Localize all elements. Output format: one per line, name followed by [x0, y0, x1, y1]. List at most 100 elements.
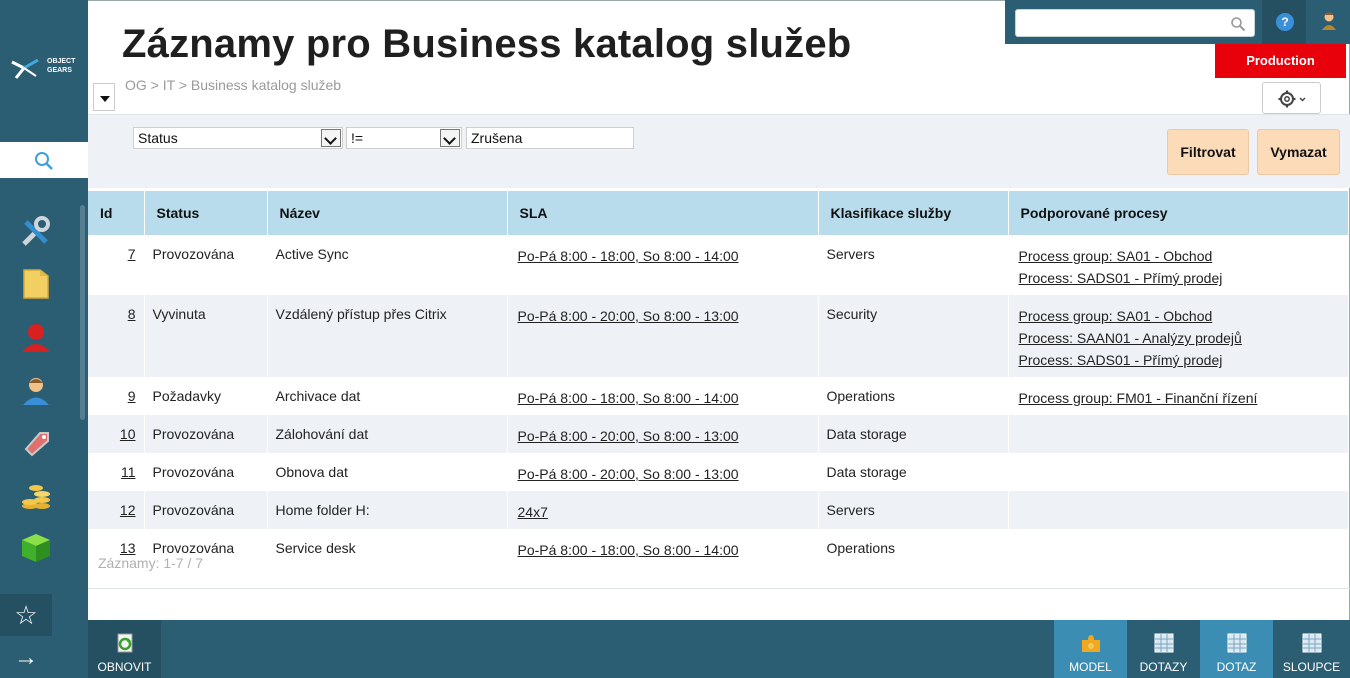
expand-arrow-icon[interactable]: →	[0, 638, 52, 678]
record-id-link[interactable]: 10	[120, 426, 136, 442]
table-row[interactable]: 11 Provozována Obnova dat Po-Pá 8:00 - 2…	[88, 453, 1349, 491]
chevron-down-icon[interactable]	[321, 129, 341, 147]
cell-status: Požadavky	[144, 377, 268, 415]
record-id-link[interactable]: 13	[120, 540, 136, 556]
coins-icon[interactable]	[18, 478, 54, 514]
sidebar-search-button[interactable]	[0, 142, 88, 178]
sla-link[interactable]: Po-Pá 8:00 - 20:00, So 8:00 - 13:00	[518, 466, 739, 482]
refresh-icon	[117, 633, 132, 653]
column-header-name[interactable]: Název	[267, 191, 508, 235]
table-row[interactable]: 8 Vyvinuta Vzdálený přístup přes Citrix …	[88, 295, 1349, 377]
logo-line-2: GEARS	[47, 67, 72, 74]
filter-operator-value: !=	[351, 130, 364, 146]
folder-icon[interactable]	[18, 266, 54, 302]
columns-button[interactable]: SLOUPCE	[1273, 620, 1350, 678]
cell-status: Provozována	[144, 415, 268, 453]
settings-button[interactable]	[1262, 82, 1321, 114]
sla-link[interactable]: Po-Pá 8:00 - 20:00, So 8:00 - 13:00	[518, 308, 739, 324]
cell-name: Active Sync	[267, 235, 508, 295]
sla-link[interactable]: 24x7	[518, 504, 548, 520]
search-icon[interactable]	[1230, 16, 1246, 32]
refresh-label: OBNOVIT	[97, 660, 152, 674]
filter-field-select[interactable]: Status	[133, 127, 343, 149]
column-header-processes[interactable]: Podporované procesy	[1008, 191, 1349, 235]
cell-id: 7	[88, 235, 145, 295]
tools-icon[interactable]	[18, 214, 54, 250]
cell-name: Service desk	[267, 529, 508, 567]
record-id-link[interactable]: 9	[128, 388, 136, 404]
cell-processes	[1008, 453, 1349, 491]
tag-icon[interactable]	[18, 425, 54, 461]
favorites-star-icon[interactable]: ☆	[0, 594, 52, 636]
model-label: MODEL	[1069, 660, 1112, 674]
process-link[interactable]: Process group: SA01 - Obchod	[1019, 308, 1213, 324]
sla-link[interactable]: Po-Pá 8:00 - 18:00, So 8:00 - 14:00	[518, 390, 739, 406]
table-row[interactable]: 7 Provozována Active Sync Po-Pá 8:00 - 1…	[88, 235, 1349, 295]
record-id-link[interactable]: 11	[121, 464, 136, 480]
queries-label: DOTAZY	[1139, 660, 1188, 674]
cell-sla: Po-Pá 8:00 - 18:00, So 8:00 - 14:00	[507, 529, 819, 567]
record-id-link[interactable]: 7	[128, 246, 136, 262]
divider	[88, 588, 1350, 589]
process-link[interactable]: Process: SADS01 - Přímý prodej	[1019, 270, 1223, 286]
cell-sla: Po-Pá 8:00 - 20:00, So 8:00 - 13:00	[507, 415, 819, 453]
cell-processes: Process group: SA01 - Obchod Process: SA…	[1008, 295, 1349, 377]
logo[interactable]: OBJECT GEARS	[0, 0, 88, 142]
query-button[interactable]: DOTAZ	[1200, 620, 1273, 678]
table-row[interactable]: 13 Provozována Service desk Po-Pá 8:00 -…	[88, 529, 1349, 567]
global-search[interactable]	[1015, 9, 1255, 37]
process-link[interactable]: Process: SAAN01 - Analýzy prodejů	[1019, 330, 1242, 346]
cell-status: Provozována	[144, 453, 268, 491]
sla-link[interactable]: Po-Pá 8:00 - 18:00, So 8:00 - 14:00	[518, 248, 739, 264]
table-row[interactable]: 9 Požadavky Archivace dat Po-Pá 8:00 - 1…	[88, 377, 1349, 415]
logo-line-1: OBJECT	[47, 58, 76, 65]
cell-sla: Po-Pá 8:00 - 20:00, So 8:00 - 13:00	[507, 295, 819, 377]
queries-button[interactable]: DOTAZY	[1127, 620, 1200, 678]
filter-clear-button[interactable]: Vymazat	[1257, 129, 1340, 175]
table-row[interactable]: 12 Provozována Home folder H: 24x7 Serve…	[88, 491, 1349, 529]
column-header-status[interactable]: Status	[144, 191, 268, 235]
filter-operator-select[interactable]: !=	[346, 127, 462, 149]
table-row[interactable]: 10 Provozována Zálohování dat Po-Pá 8:00…	[88, 415, 1349, 453]
sla-link[interactable]: Po-Pá 8:00 - 18:00, So 8:00 - 14:00	[518, 542, 739, 558]
process-link[interactable]: Process: SADS01 - Přímý prodej	[1019, 352, 1223, 368]
user-menu-button[interactable]	[1308, 0, 1350, 44]
cell-id: 8	[88, 295, 145, 377]
environment-badge: Production	[1215, 44, 1346, 78]
cube-icon[interactable]	[18, 530, 54, 566]
record-id-link[interactable]: 8	[128, 306, 136, 322]
search-icon	[35, 152, 53, 170]
help-button[interactable]: ?	[1262, 0, 1306, 44]
top-bar: ?	[1005, 0, 1350, 44]
sidebar-scrollbar[interactable]	[80, 205, 85, 420]
cell-classification: Data storage	[818, 453, 1009, 491]
column-header-id[interactable]: Id	[88, 191, 145, 235]
cell-id: 9	[88, 377, 145, 415]
user-icon	[1322, 12, 1336, 30]
user-icon[interactable]	[18, 373, 54, 409]
filter-apply-button[interactable]: Filtrovat	[1167, 129, 1249, 175]
process-link[interactable]: Process group: SA01 - Obchod	[1019, 248, 1213, 264]
record-id-link[interactable]: 12	[120, 502, 136, 518]
cell-name: Archivace dat	[267, 377, 508, 415]
cell-processes: Process group: FM01 - Finanční řízení	[1008, 377, 1349, 415]
breadcrumb[interactable]: OG > IT > Business katalog služeb	[125, 77, 341, 93]
user-red-icon[interactable]	[18, 320, 54, 356]
menu-dropdown-button[interactable]	[93, 83, 115, 111]
cell-classification: Operations	[818, 377, 1009, 415]
refresh-button[interactable]: OBNOVIT	[88, 620, 161, 678]
filter-value-input[interactable]	[466, 127, 634, 149]
process-link[interactable]: Process group: FM01 - Finanční řízení	[1019, 390, 1258, 406]
cell-processes	[1008, 529, 1349, 567]
column-header-classification[interactable]: Klasifikace služby	[818, 191, 1009, 235]
cell-classification: Operations	[818, 529, 1009, 567]
records-count: Záznamy: 1-7 / 7	[98, 555, 204, 571]
logo-icon	[11, 58, 39, 79]
column-header-sla[interactable]: SLA	[507, 191, 819, 235]
sla-link[interactable]: Po-Pá 8:00 - 20:00, So 8:00 - 13:00	[518, 428, 739, 444]
filter-field-value: Status	[138, 130, 178, 146]
model-button[interactable]: MODEL	[1054, 620, 1127, 678]
cell-classification: Security	[818, 295, 1009, 377]
chevron-down-icon[interactable]	[440, 129, 460, 147]
global-search-input[interactable]	[1022, 11, 1222, 35]
